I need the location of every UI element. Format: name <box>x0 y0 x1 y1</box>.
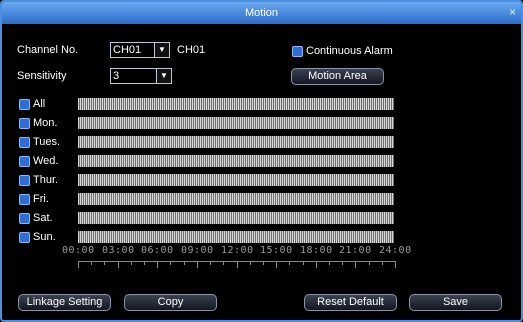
axis-major-tick <box>316 261 317 268</box>
axis-minor-tick <box>144 261 145 265</box>
day-checkbox-sat[interactable]: Sat. <box>19 212 53 224</box>
checkbox-icon <box>19 98 30 110</box>
title-bar: Motion × <box>2 2 521 24</box>
schedule-row-tues: Tues. <box>19 136 399 148</box>
day-checkbox-all[interactable]: All <box>19 98 45 110</box>
axis-tick-label: 18:00 <box>300 245 333 256</box>
axis-minor-tick <box>250 261 251 265</box>
day-checkbox-sun[interactable]: Sun. <box>19 231 56 243</box>
axis-minor-tick <box>289 261 290 265</box>
axis-major-tick <box>276 261 277 268</box>
axis-minor-tick <box>91 261 92 265</box>
schedule-strip-all[interactable] <box>78 98 394 110</box>
schedule-row-thur: Thur. <box>19 174 399 186</box>
axis-tick-label: 03:00 <box>102 245 135 256</box>
day-label: Thur. <box>33 174 59 186</box>
day-label: Fri. <box>33 193 49 205</box>
close-icon[interactable]: × <box>509 2 516 22</box>
axis-major-tick <box>237 261 238 268</box>
axis-major-tick <box>355 261 356 268</box>
time-axis: 00:00 03:00 06:00 09:00 12:00 15:00 18:00 21:00… <box>62 243 411 269</box>
schedule-strip-mon[interactable] <box>78 117 394 129</box>
channel-select-value: CH01 <box>113 44 142 56</box>
day-label: Sat. <box>33 212 53 224</box>
schedule-row-sat: Sat. <box>19 212 399 224</box>
axis-minor-tick <box>170 261 171 265</box>
channel-label: Channel No. <box>17 44 79 56</box>
axis-major-tick <box>118 261 119 268</box>
axis-minor-tick <box>382 261 383 265</box>
schedule-strip-sun[interactable] <box>78 231 394 243</box>
axis-minor-tick <box>131 261 132 265</box>
day-checkbox-fri[interactable]: Fri. <box>19 193 49 205</box>
chevron-down-icon: ▼ <box>154 43 169 57</box>
sensitivity-select-value: 3 <box>113 70 120 82</box>
axis-major-tick <box>197 261 198 268</box>
copy-button[interactable]: Copy <box>124 294 217 311</box>
day-label: Wed. <box>33 155 59 167</box>
checkbox-icon <box>19 136 30 148</box>
axis-tick-label: 21:00 <box>339 245 372 256</box>
axis-minor-tick <box>342 261 343 265</box>
checkbox-icon <box>292 45 303 57</box>
day-label: Sun. <box>33 231 56 243</box>
axis-major-tick <box>395 261 396 268</box>
sensitivity-label: Sensitivity <box>17 70 67 82</box>
day-label: All <box>33 98 46 110</box>
schedule-row-fri: Fri. <box>19 193 399 205</box>
schedule-strip-fri[interactable] <box>78 193 394 205</box>
day-label: Mon. <box>33 117 58 129</box>
day-checkbox-wed[interactable]: Wed. <box>19 155 58 167</box>
save-button[interactable]: Save <box>409 294 502 311</box>
sensitivity-select[interactable]: 3 ▼ <box>110 68 172 84</box>
checkbox-icon <box>19 212 30 224</box>
day-checkbox-thur[interactable]: Thur. <box>19 174 58 186</box>
axis-tick-label: 00:00 <box>62 245 95 256</box>
channel-select[interactable]: CH01 ▼ <box>110 42 170 58</box>
continuous-alarm-label: Continuous Alarm <box>306 45 393 57</box>
motion-dialog: Motion × Channel No. CH01 ▼ CH01 Continu… <box>0 0 523 322</box>
axis-minor-tick <box>184 261 185 265</box>
axis-tick-label: 12:00 <box>221 245 254 256</box>
linkage-setting-button[interactable]: Linkage Setting <box>18 294 111 311</box>
day-checkbox-tues[interactable]: Tues. <box>19 136 60 148</box>
axis-major-tick <box>157 261 158 268</box>
checkbox-icon <box>19 117 30 129</box>
continuous-alarm-checkbox[interactable]: Continuous Alarm <box>292 45 393 57</box>
reset-default-button[interactable]: Reset Default <box>304 294 397 311</box>
schedule-strip-sat[interactable] <box>78 212 394 224</box>
axis-minor-tick <box>369 261 370 265</box>
axis-minor-tick <box>263 261 264 265</box>
axis-tick-label: 24:00 <box>379 245 412 256</box>
channel-name: CH01 <box>177 44 206 56</box>
schedule-row-mon: Mon. <box>19 117 399 129</box>
axis-tick-label: 15:00 <box>260 245 293 256</box>
schedule-strip-wed[interactable] <box>78 155 394 167</box>
axis-minor-tick <box>210 261 211 265</box>
day-checkbox-mon[interactable]: Mon. <box>19 117 57 129</box>
checkbox-icon <box>19 155 30 167</box>
axis-tick-label: 09:00 <box>181 245 214 256</box>
schedule-row-sun: Sun. <box>19 231 399 243</box>
axis-minor-tick <box>303 261 304 265</box>
axis-tick-label: 06:00 <box>141 245 174 256</box>
chevron-down-icon: ▼ <box>156 69 171 83</box>
dialog-title: Motion <box>244 7 279 19</box>
schedule-row-wed: Wed. <box>19 155 399 167</box>
axis-minor-tick <box>329 261 330 265</box>
schedule-row-all: All <box>19 98 399 110</box>
motion-area-button[interactable]: Motion Area <box>291 68 384 85</box>
checkbox-icon <box>19 193 30 205</box>
axis-major-tick <box>78 261 79 268</box>
schedule-strip-thur[interactable] <box>78 174 394 186</box>
axis-minor-tick <box>104 261 105 265</box>
day-label: Tues. <box>33 136 61 148</box>
schedule-strip-tues[interactable] <box>78 136 394 148</box>
checkbox-icon <box>19 174 30 186</box>
axis-minor-tick <box>223 261 224 265</box>
checkbox-icon <box>19 231 30 243</box>
